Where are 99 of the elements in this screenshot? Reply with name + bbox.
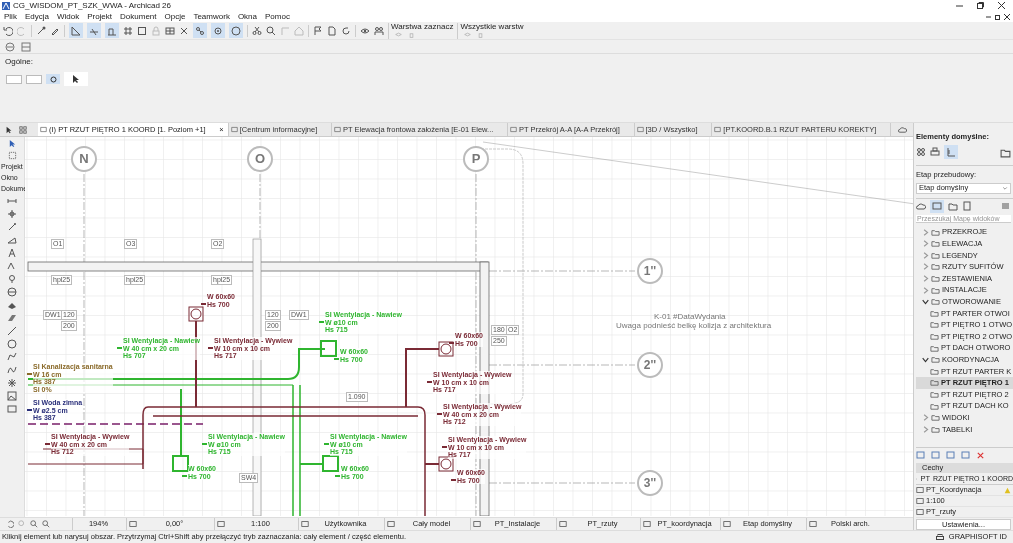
grid-axis-bubble: 2''	[637, 352, 663, 378]
text-icon[interactable]	[7, 248, 17, 258]
sheet-icon	[230, 126, 238, 133]
field-icon	[809, 520, 817, 528]
chevron-right-icon[interactable]	[922, 251, 929, 259]
cloud-icon[interactable]	[897, 125, 907, 134]
sheet-icon	[334, 126, 341, 133]
field-icon	[387, 520, 395, 528]
layer-group-label: Wszystkie warstw	[460, 22, 524, 31]
flag-icon[interactable]	[313, 25, 323, 36]
note-text: Uwaga podnieść belkę kolizja z architektura	[616, 321, 772, 332]
line-icon[interactable]	[7, 326, 17, 336]
cross-icon[interactable]	[179, 25, 189, 36]
spline-icon[interactable]	[7, 365, 17, 375]
printer-icon[interactable]	[930, 147, 940, 158]
pages-icon[interactable]	[962, 201, 972, 211]
field-icon	[301, 520, 309, 528]
chevron-right-icon[interactable]	[922, 228, 929, 236]
refresh-icon[interactable]	[341, 25, 351, 36]
grid-axis-bubble: N	[71, 146, 97, 172]
scissors-icon[interactable]	[252, 25, 262, 36]
sheet-icon	[636, 126, 644, 133]
chevron-down-icon[interactable]	[922, 356, 929, 364]
eye-icon[interactable]	[360, 25, 370, 36]
node-icon[interactable]	[7, 222, 17, 232]
people-icon[interactable]	[374, 25, 384, 36]
move-icon[interactable]	[7, 209, 17, 219]
sheet-icon	[510, 126, 518, 133]
document-icon[interactable]	[327, 25, 337, 36]
circle-icon[interactable]	[7, 339, 17, 349]
zoom-icon[interactable]	[42, 520, 50, 528]
menu-item[interactable]: Projekt	[87, 10, 113, 23]
cloud-icon[interactable]	[916, 201, 926, 211]
grid-icon[interactable]	[123, 25, 133, 36]
menu-item[interactable]: Dokument	[120, 10, 157, 23]
hatch-icon[interactable]	[7, 313, 17, 323]
pin-icon[interactable]	[7, 274, 17, 284]
printer-icon	[935, 533, 944, 541]
grid-view-icon[interactable]	[19, 125, 27, 134]
menu-item[interactable]: Okna	[237, 10, 257, 23]
sheet-icon	[714, 126, 722, 133]
chevron-down-icon	[1002, 185, 1008, 191]
menu-item[interactable]: Plik	[4, 10, 17, 23]
chevron-right-icon[interactable]	[922, 275, 929, 282]
grid-dots-icon[interactable]	[916, 147, 926, 158]
label-icon[interactable]	[7, 261, 17, 271]
star-icon[interactable]	[7, 378, 17, 388]
cursor-icon	[73, 75, 79, 83]
table-icon[interactable]	[165, 25, 175, 36]
field-icon	[643, 520, 651, 528]
square-icon[interactable]	[7, 151, 17, 160]
close-icon[interactable]	[1004, 13, 1010, 20]
window-title: CG_WISDOM_PT_SZK_WWA - Archicad 26	[13, 0, 171, 12]
undo-icon[interactable]	[6, 520, 14, 528]
chevron-right-icon[interactable]	[922, 414, 929, 422]
undo-icon[interactable]	[3, 25, 13, 36]
field-icon	[723, 520, 731, 528]
field-icon	[473, 520, 481, 528]
figure-icon[interactable]	[7, 391, 17, 401]
slope-icon[interactable]	[7, 235, 17, 245]
eyedropper-icon[interactable]	[36, 25, 46, 36]
menu-item[interactable]: Teamwork	[193, 10, 230, 23]
globe-icon[interactable]	[7, 287, 17, 297]
nodes-icon[interactable]	[195, 25, 205, 36]
circle-icon[interactable]	[231, 25, 241, 36]
layer-group-label: Warstwa zaznacz	[391, 22, 454, 31]
chevron-right-icon[interactable]	[922, 286, 929, 294]
pointer-button[interactable]	[64, 72, 88, 86]
info-box-label: Ogólne:	[5, 56, 34, 68]
menu-item[interactable]: Edycja	[24, 10, 49, 23]
square-icon[interactable]	[137, 25, 147, 36]
chevron-right-icon[interactable]	[922, 425, 929, 433]
minimize-icon[interactable]	[956, 2, 963, 9]
restore-icon[interactable]	[977, 2, 984, 9]
menu-item[interactable]: Pomoc	[265, 10, 290, 23]
grid-axis-bubble: 3''	[637, 470, 663, 496]
zoom-in-icon[interactable]	[30, 520, 38, 528]
menu-item[interactable]: Widok	[56, 10, 80, 23]
grid-axis-bubble: P	[463, 146, 489, 172]
ruler-icon[interactable]	[946, 147, 956, 158]
chevron-down-icon[interactable]	[922, 298, 929, 306]
chevron-right-icon[interactable]	[922, 263, 929, 271]
fill-icon[interactable]	[7, 300, 17, 310]
sheet-icon	[40, 126, 47, 133]
field-icon	[217, 520, 225, 528]
delete-icon[interactable]	[976, 450, 985, 460]
rotate-button[interactable]	[46, 74, 60, 84]
grid-axis-bubble: O	[247, 146, 273, 172]
polyline-icon[interactable]	[7, 352, 17, 362]
note-title: K-01 #DataWydania	[654, 311, 726, 323]
restore-icon[interactable]	[995, 13, 1001, 20]
chevron-right-icon[interactable]	[922, 240, 929, 248]
close-icon[interactable]	[998, 2, 1005, 9]
triangle-ruler-icon[interactable]	[71, 25, 81, 36]
field-icon	[559, 520, 567, 528]
dimension-icon[interactable]	[7, 196, 17, 206]
grid-axis-bubble: 1''	[637, 258, 663, 284]
menu-item[interactable]: Opcje	[164, 10, 186, 23]
magnifier-icon[interactable]	[266, 25, 276, 36]
